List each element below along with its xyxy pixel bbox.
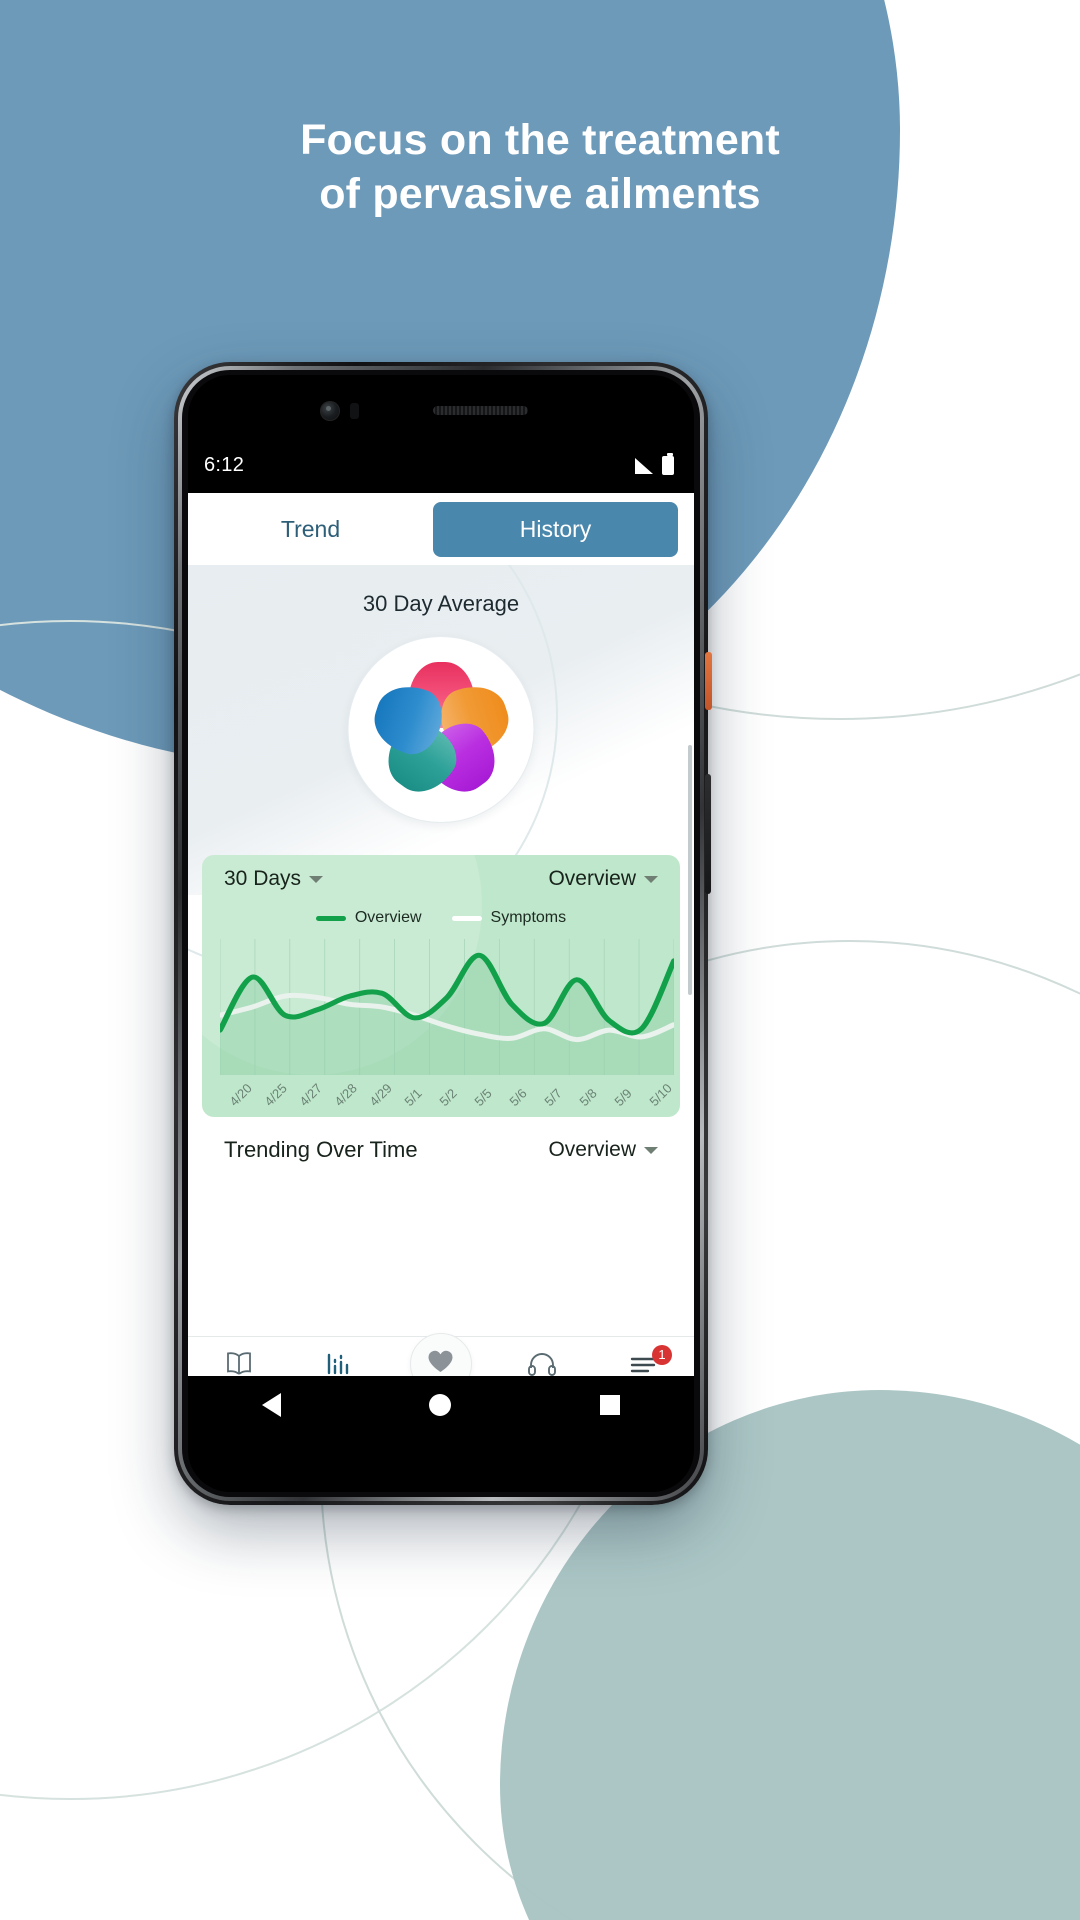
phone-screen: 6:12 Trend History 30 Day Average 30 Day… [188, 437, 694, 1434]
promo-headline: Focus on the treatment of pervasive ailm… [0, 116, 1080, 219]
legend-swatch-overview [315, 915, 346, 921]
legend-swatch-symptoms [451, 915, 482, 921]
legend-item-symptoms: Symptoms [451, 909, 567, 927]
x-axis-tick-label: 4/28 [331, 1080, 361, 1109]
x-axis-tick-label: 5/6 [506, 1085, 530, 1109]
chart-legend: Overview Symptoms [202, 909, 680, 927]
status-bar: 6:12 [188, 437, 694, 493]
tab-history[interactable]: History [433, 501, 678, 557]
range-dropdown[interactable]: 30 Days [224, 867, 324, 891]
headline-line-2: of pervasive ailments [319, 170, 761, 219]
thirty-day-average-title: 30 Day Average [362, 591, 520, 616]
chevron-down-icon [644, 1146, 658, 1154]
x-axis-tick-label: 4/25 [261, 1080, 291, 1109]
flower-wheel-icon[interactable] [348, 637, 534, 822]
back-triangle-icon[interactable] [262, 1393, 282, 1417]
recents-square-icon[interactable] [599, 1395, 620, 1415]
metric-dropdown[interactable]: Overview [548, 867, 658, 891]
x-axis-tick-label: 5/1 [401, 1085, 425, 1109]
x-axis-tick-label: 4/27 [296, 1080, 326, 1109]
menu-badge: 1 [651, 1345, 672, 1365]
phone-bezel: 6:12 Trend History 30 Day Average 30 Day… [188, 375, 694, 1492]
content-area: 30 Day Average 30 Days Overview Overview… [188, 565, 694, 1434]
tab-trend[interactable]: Trend [188, 502, 433, 557]
front-camera-icon [320, 401, 340, 421]
x-axis-tick-label: 5/5 [471, 1085, 495, 1109]
x-axis-tick-label: 5/7 [541, 1085, 565, 1109]
x-axis-tick-label: 5/2 [436, 1085, 460, 1109]
legend-label-symptoms: Symptoms [490, 909, 567, 926]
status-bar-icons [634, 452, 674, 475]
legend-item-overview: Overview [315, 909, 422, 927]
metric-dropdown-label: Overview [548, 867, 636, 890]
line-chart-plot[interactable] [220, 939, 674, 1075]
wheel-petals [349, 637, 534, 822]
x-axis-tick-label: 4/20 [226, 1080, 256, 1109]
status-bar-time: 6:12 [204, 453, 245, 476]
x-axis-tick-label: 5/10 [645, 1080, 675, 1109]
x-axis-tick-label: 4/29 [366, 1080, 396, 1109]
trending-metric-label: Overview [548, 1138, 636, 1161]
scrollbar[interactable] [688, 745, 692, 995]
chart-card-header: 30 Days Overview [202, 867, 680, 891]
range-dropdown-label: 30 Days [224, 867, 302, 890]
power-button[interactable] [705, 652, 712, 710]
volume-button[interactable] [705, 774, 711, 894]
trend-chart-card: 30 Days Overview Overview Symptoms 4/20 … [202, 855, 680, 1117]
battery-icon [662, 452, 674, 475]
chart-x-axis-labels: 4/20 4/25 4/27 4/28 4/29 5/1 5/2 5/5 5/6 5/7 5/8 5/… [220, 1067, 675, 1109]
x-axis-tick-label: 5/8 [576, 1085, 600, 1109]
x-axis-tick-label: 5/9 [610, 1085, 635, 1109]
top-tab-bar: Trend History [188, 493, 694, 565]
heart-icon [427, 1349, 454, 1379]
system-navigation-bar [188, 1376, 694, 1434]
phone-mockup: 6:12 Trend History 30 Day Average 30 Day… [174, 362, 712, 1505]
headline-line-1: Focus on the treatment [300, 116, 780, 164]
chevron-down-icon [309, 875, 324, 883]
trending-metric-dropdown[interactable]: Overview [548, 1138, 658, 1162]
chevron-down-icon [644, 875, 658, 883]
home-circle-icon[interactable] [429, 1394, 452, 1416]
legend-label-overview: Overview [354, 909, 422, 926]
trending-over-time-title: Trending Over Time [224, 1137, 418, 1162]
trending-over-time-header: Trending Over Time Overview [188, 1137, 694, 1163]
earpiece-speaker [433, 406, 528, 415]
proximity-sensor-icon [350, 403, 359, 419]
line-chart-svg [220, 939, 674, 1075]
signal-icon [634, 457, 653, 474]
